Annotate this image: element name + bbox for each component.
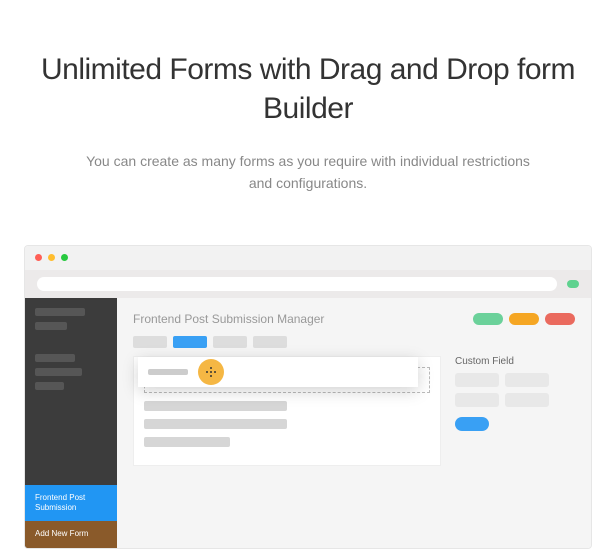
field-type-chip[interactable] <box>505 373 549 387</box>
action-button[interactable] <box>509 313 539 325</box>
field-placeholder <box>148 369 188 375</box>
sidebar-item[interactable] <box>35 354 75 362</box>
field-type-chip[interactable] <box>505 393 549 407</box>
action-button[interactable] <box>473 313 503 325</box>
field-type-chip[interactable] <box>455 373 499 387</box>
sidebar-item[interactable] <box>35 368 82 376</box>
app-mockup: Frontend Post Submission Add New Form Fr… <box>24 245 592 549</box>
sidebar: Frontend Post Submission Add New Form <box>25 298 117 548</box>
form-canvas[interactable] <box>133 356 441 466</box>
window-titlebar <box>25 246 591 270</box>
drop-zone[interactable] <box>144 367 430 393</box>
add-field-button[interactable] <box>455 417 489 431</box>
add-new-form-button[interactable]: Add New Form <box>25 521 117 547</box>
sidebar-item[interactable] <box>35 382 64 390</box>
action-button[interactable] <box>545 313 575 325</box>
tab[interactable] <box>253 336 287 348</box>
form-field[interactable] <box>144 437 230 447</box>
minimize-icon[interactable] <box>48 254 55 261</box>
form-field[interactable] <box>144 401 287 411</box>
address-bar <box>25 270 591 298</box>
status-indicator <box>567 280 579 288</box>
sidebar-item-frontend-post-submission[interactable]: Frontend Post Submission <box>25 485 117 522</box>
url-input[interactable] <box>37 277 557 291</box>
drag-handle-icon[interactable] <box>198 359 224 385</box>
sidebar-item[interactable] <box>35 308 85 316</box>
app-body: Frontend Post Submission Add New Form Fr… <box>25 298 591 548</box>
tab[interactable] <box>133 336 167 348</box>
hero-subtitle: You can create as many forms as you requ… <box>40 150 576 195</box>
sidebar-item[interactable] <box>35 322 67 330</box>
hero-title: Unlimited Forms with Drag and Drop form … <box>40 50 576 128</box>
action-pills <box>473 313 575 325</box>
form-field[interactable] <box>144 419 287 429</box>
custom-field-label: Custom Field <box>455 356 575 367</box>
fields-panel: Custom Field <box>455 356 575 466</box>
close-icon[interactable] <box>35 254 42 261</box>
tabs <box>133 336 575 348</box>
main-panel: Frontend Post Submission Manager <box>117 298 591 548</box>
tab-active[interactable] <box>173 336 207 348</box>
page-title: Frontend Post Submission Manager <box>133 312 324 326</box>
field-type-chip[interactable] <box>455 393 499 407</box>
hero-section: Unlimited Forms with Drag and Drop form … <box>0 0 616 225</box>
tab[interactable] <box>213 336 247 348</box>
maximize-icon[interactable] <box>61 254 68 261</box>
dragging-field[interactable] <box>138 357 418 387</box>
